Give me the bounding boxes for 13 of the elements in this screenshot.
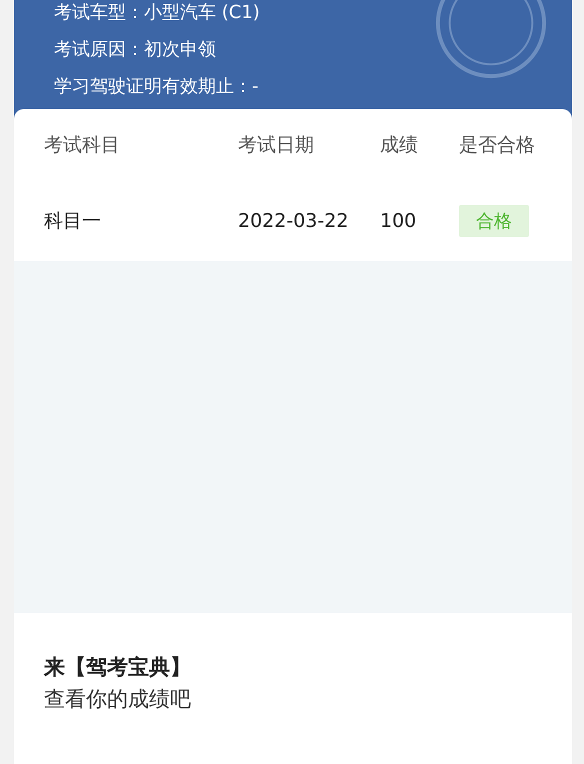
table-cell-text: 2022-03-22 [237, 210, 350, 232]
column-header: 考试日期 [237, 133, 315, 158]
column-header: 是否合格 [458, 133, 536, 158]
promo-subtitle: 查看你的成绩吧 [44, 686, 192, 713]
promo-title: 来【驾考宝典】 [44, 654, 192, 681]
table-cell-text: 科目一 [43, 209, 102, 234]
column-header: 考试科目 [43, 133, 121, 158]
info-line: 考试车型：小型汽车 (C1) [54, 1, 261, 25]
column-header: 成绩 [379, 133, 419, 158]
result-badge: 合格 [459, 205, 529, 237]
info-line: 学习驾驶证明有效期止：- [54, 75, 260, 99]
table-cell-text: 100 [379, 210, 418, 232]
info-line: 考试原因：初次申领 [54, 38, 217, 62]
